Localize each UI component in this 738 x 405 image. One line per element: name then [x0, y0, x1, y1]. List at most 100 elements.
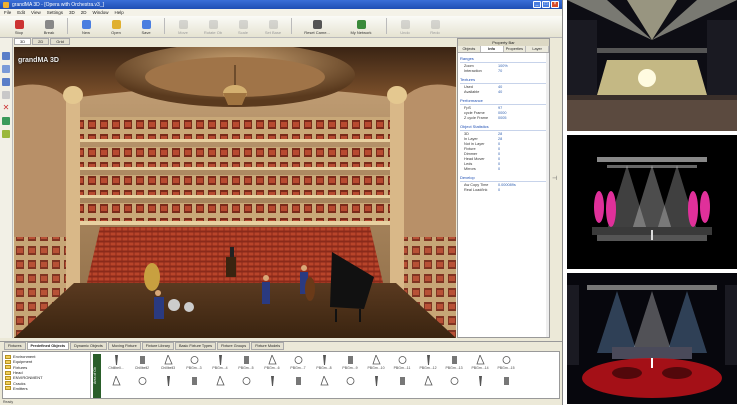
toolbar-label: Rotate Ob	[203, 30, 223, 35]
library-object[interactable]: Chillbell3	[155, 354, 181, 375]
library-object[interactable]	[103, 375, 129, 396]
property-tab-info[interactable]: Info	[480, 46, 504, 52]
property-tab-layer[interactable]: Layer	[526, 46, 549, 52]
menu-item-2d[interactable]: 2D	[81, 10, 87, 15]
toolbar-stop-button[interactable]: Stop	[4, 20, 34, 35]
toolbar-rotate-ob-button: Rotate Ob	[198, 20, 228, 35]
library-object[interactable]	[493, 375, 519, 396]
library-object[interactable]: PBGm...12	[415, 354, 441, 375]
toolbar-open-button[interactable]: Open	[101, 20, 131, 35]
view-tab-2d[interactable]: 2D	[32, 38, 50, 45]
menu-item-view[interactable]: View	[31, 10, 41, 15]
library-object[interactable]	[285, 375, 311, 396]
menu-item-3d[interactable]: 3D	[69, 10, 75, 15]
splitter-handle-icon[interactable]: ⊣	[552, 175, 557, 182]
view-tab-grid[interactable]: Grid	[50, 38, 70, 45]
menu-item-help[interactable]: Help	[115, 10, 124, 15]
tree-item-label: Environment	[13, 354, 36, 360]
library-object[interactable]	[363, 375, 389, 396]
menu-item-file[interactable]: File	[4, 10, 11, 15]
library-object[interactable]	[415, 375, 441, 396]
delete-tool-icon[interactable]: ✕	[2, 104, 10, 112]
library-tab-fixture-models[interactable]: Fixture Models	[251, 342, 285, 350]
library-object[interactable]: PBGm...8	[311, 354, 337, 375]
toolbar-label: Scale	[237, 30, 248, 35]
library-object[interactable]	[129, 375, 155, 396]
library-object[interactable]	[155, 375, 181, 396]
fixture-icon	[138, 354, 147, 366]
library-object-label: Chillbell...	[108, 366, 124, 370]
library-object[interactable]	[207, 375, 233, 396]
library-object[interactable]: PBGm...11	[389, 354, 415, 375]
toolbar-save-button[interactable]: Save	[131, 20, 161, 35]
library-object[interactable]	[441, 375, 467, 396]
library-object[interactable]	[389, 375, 415, 396]
library-object[interactable]: PBGm...5	[233, 354, 259, 375]
tree-item[interactable]: Emitters	[5, 386, 88, 391]
library-grid: Area of Ob Chillbell... Chillbell2 Chillbe…	[91, 352, 559, 398]
library-object[interactable]: Chillbell...	[103, 354, 129, 375]
toolbar-reset-came-button[interactable]: Reset Came...	[295, 20, 339, 35]
library-object[interactable]	[233, 375, 259, 396]
library-object-label: PBGm...13	[445, 366, 463, 370]
library-tab-fixture-groups[interactable]: Fixture Groups	[217, 342, 251, 350]
grid-tool-icon[interactable]	[2, 117, 10, 125]
render-thumbnails	[566, 0, 738, 405]
toolbar-separator	[386, 17, 387, 34]
library-object[interactable]: PBGm...9	[337, 354, 363, 375]
library-tab-dynamic-objects[interactable]: Dynamic Objects	[70, 342, 107, 350]
library-object[interactable]	[181, 375, 207, 396]
view-tabs: 3D 2D Grid	[14, 38, 70, 46]
menu-item-settings[interactable]: Settings	[47, 10, 63, 15]
library-object-label: PBGm...3	[186, 366, 202, 370]
zoom-tool-icon[interactable]	[2, 78, 10, 86]
open-folder-icon	[111, 20, 121, 29]
library-selector[interactable]: Area of Ob	[93, 354, 101, 398]
library-object[interactable]	[337, 375, 363, 396]
move-icon	[178, 20, 188, 29]
property-scrollbar[interactable]	[546, 53, 549, 337]
property-tab-properties[interactable]: Properties	[503, 46, 527, 52]
library-object[interactable]: PBGm...14	[467, 354, 493, 375]
property-tab-objects[interactable]: Objects	[458, 46, 481, 52]
orbit-tool-icon[interactable]	[2, 91, 10, 99]
library-object[interactable]: PBGm...4	[207, 354, 233, 375]
maximize-button[interactable]: □	[542, 1, 550, 8]
toolbar-separator	[164, 17, 165, 34]
select-tool-icon[interactable]	[2, 52, 10, 60]
library-object[interactable]: PBGm...15	[493, 354, 519, 375]
library-object-label: PBGm...10	[367, 366, 385, 370]
minimize-button[interactable]: _	[533, 1, 541, 8]
library-tab-predefined-objects[interactable]: Predefined Objects	[26, 342, 70, 350]
library-object[interactable]	[311, 375, 337, 396]
property-group-title: Develop	[460, 175, 547, 182]
fixture-icon	[267, 354, 277, 366]
library-tab-moving-fixture[interactable]: Moving Fixture	[107, 342, 141, 350]
toolbar-my-network-button[interactable]: My Network	[339, 20, 383, 35]
folder-icon	[5, 381, 11, 386]
library-object[interactable]	[467, 375, 493, 396]
library-tab-basic-fixture-types[interactable]: Basic Fixture Types	[175, 342, 217, 350]
toolbar-new-button[interactable]: New	[71, 20, 101, 35]
3d-viewport[interactable]: grandMA 3D	[14, 47, 456, 338]
close-button[interactable]: ×	[551, 1, 559, 8]
view-tab-3d[interactable]: 3D	[14, 38, 32, 45]
menu-item-window[interactable]: Window	[93, 10, 109, 15]
property-value: 0.000089s	[498, 183, 516, 187]
fixture-icon	[294, 375, 303, 387]
library-object[interactable]: PBGm...13	[441, 354, 467, 375]
menu-item-edit[interactable]: Edit	[17, 10, 25, 15]
toolbar-break-button[interactable]: Break	[34, 20, 64, 35]
light-tool-icon[interactable]	[2, 130, 10, 138]
library-object[interactable]	[259, 375, 285, 396]
library-object[interactable]: PBGm...7	[285, 354, 311, 375]
library-object[interactable]: PBGm...6	[259, 354, 285, 375]
library-tab-fixtures[interactable]: Fixtures	[4, 342, 26, 350]
library-tab-fixture-library[interactable]: Fixture Library	[141, 342, 174, 350]
library-object[interactable]: PBGm...3	[181, 354, 207, 375]
pan-tool-icon[interactable]	[2, 65, 10, 73]
library-object[interactable]: Chillbell2	[129, 354, 155, 375]
library-object[interactable]: PBGm...10	[363, 354, 389, 375]
library-object-label: PBGm...9	[342, 366, 358, 370]
toolbar-label: My Network	[350, 30, 372, 35]
